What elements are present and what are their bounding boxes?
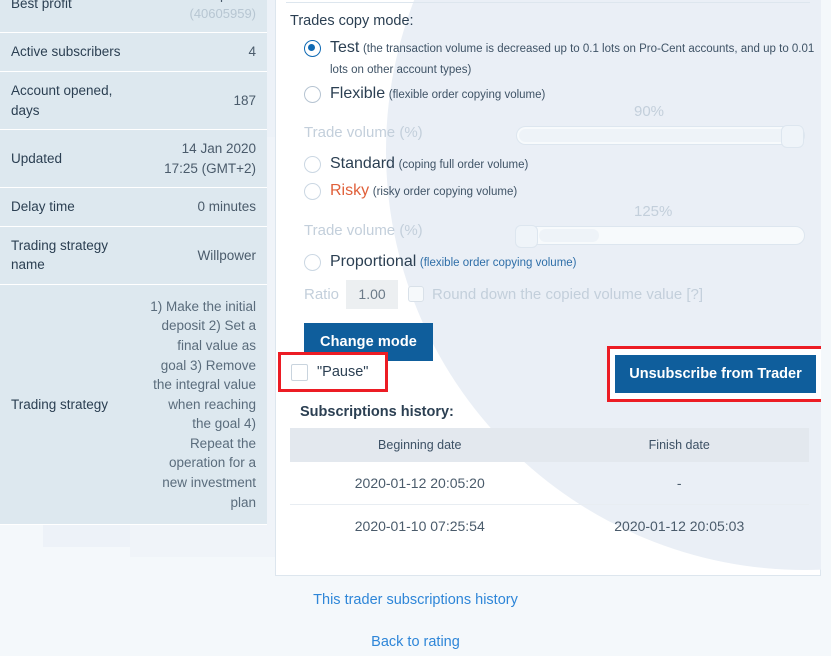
- stat-value-text: 14 Jan 2020: [182, 141, 256, 156]
- stat-value: 0.86 points (40605959): [139, 0, 267, 33]
- link-back-to-rating[interactable]: Back to rating: [0, 628, 831, 656]
- stat-label: Trading strategy name: [0, 226, 139, 284]
- table-row: Best profit 0.86 points (40605959): [0, 0, 267, 33]
- radio-label-flexible: Flexible: [330, 85, 385, 102]
- ratio-row: Ratio Round down the copied volume value…: [276, 276, 820, 309]
- radio-option-test[interactable]: Test (the transaction volume is decrease…: [276, 35, 820, 81]
- stat-label: Delay time: [0, 188, 139, 227]
- radio-desc-risky: (risky order copying volume): [373, 186, 517, 198]
- unsubscribe-from-trader-button[interactable]: Unsubscribe from Trader: [615, 355, 815, 393]
- radio-option-flexible[interactable]: Flexible (flexible order copying volume): [276, 81, 820, 108]
- subscription-settings-card: Trades copy mode: Test (the transaction …: [275, 0, 821, 576]
- link-trader-subscriptions-history[interactable]: This trader subscriptions history: [0, 586, 831, 614]
- strategy-description: 1) Make the initial deposit 2) Set a fin…: [139, 284, 267, 524]
- stat-label: Best profit: [0, 0, 139, 33]
- radio-desc-standard: (coping full order volume): [399, 159, 529, 171]
- pause-label: "Pause": [317, 364, 368, 380]
- table-row-strategy: Trading strategy 1) Make the initial dep…: [0, 284, 267, 524]
- card-top-divider: [286, 2, 810, 3]
- stat-label: Active subscribers: [0, 33, 139, 72]
- trade-volume-slider-1[interactable]: [516, 126, 805, 145]
- stat-value: 187: [139, 71, 267, 129]
- radio-option-standard[interactable]: Standard (coping full order volume): [276, 151, 820, 178]
- radio-icon-test[interactable]: [304, 40, 321, 57]
- trade-volume-value-1: 90%: [634, 103, 664, 120]
- table-row: Delay time 0 minutes: [0, 188, 267, 227]
- radio-label-test: Test: [330, 39, 359, 56]
- trader-stats-table: Best profit 0.86 points (40605959) Activ…: [0, 0, 267, 525]
- table-row: Account opened, days 187: [0, 71, 267, 129]
- stat-value: 4: [139, 33, 267, 72]
- radio-icon-flexible[interactable]: [304, 86, 321, 103]
- stat-value-time: 17:25 (GMT+2): [164, 161, 256, 176]
- radio-label-standard: Standard: [330, 155, 395, 172]
- stat-value: 14 Jan 2020 17:25 (GMT+2): [139, 130, 267, 188]
- cell-finish-date: 2020-01-12 20:05:03: [550, 505, 810, 548]
- stat-label: Updated: [0, 130, 139, 188]
- round-down-checkbox[interactable]: [408, 286, 424, 302]
- stat-value-note: (40605959): [150, 5, 256, 24]
- card-content: Trades copy mode: Test (the transaction …: [276, 0, 820, 361]
- round-down-label: Round down the copied volume value [?]: [432, 286, 703, 303]
- ratio-label: Ratio: [304, 286, 339, 303]
- slider-handle-1[interactable]: [781, 125, 804, 148]
- trade-volume-value-2: 125%: [634, 203, 672, 220]
- trade-volume-slider-2[interactable]: [516, 226, 805, 245]
- page-canvas: Best profit 0.86 points (40605959) Activ…: [0, 0, 831, 654]
- right-gutter: [821, 0, 831, 654]
- history-header-row: Beginning date Finish date: [290, 428, 809, 462]
- trade-volume-row-2: Trade volume (%) 125%: [276, 205, 820, 249]
- subscriptions-history-block: Subscriptions history: Beginning date Fi…: [276, 404, 822, 547]
- slider-track-fill-1: [519, 129, 787, 142]
- table-row: 2020-01-10 07:25:54 2020-01-12 20:05:03: [290, 505, 809, 548]
- radio-label-proportional: Proportional: [330, 253, 416, 270]
- table-row: 2020-01-12 20:05:20 -: [290, 462, 809, 505]
- copy-mode-heading: Trades copy mode:: [276, 0, 820, 35]
- history-heading: Subscriptions history:: [276, 404, 822, 428]
- radio-option-risky[interactable]: Risky (risky order copying volume): [276, 178, 820, 205]
- ratio-input[interactable]: [346, 280, 398, 309]
- trade-volume-label-2: Trade volume (%): [304, 222, 423, 239]
- stat-label: Trading strategy: [0, 284, 139, 524]
- radio-option-proportional[interactable]: Proportional (flexible order copying vol…: [276, 249, 820, 276]
- table-row: Updated 14 Jan 2020 17:25 (GMT+2): [0, 130, 267, 188]
- column-header-beginning-date: Beginning date: [290, 428, 550, 462]
- slider-track-fill-2: [539, 229, 599, 242]
- radio-desc-test: (the transaction volume is decreased up …: [330, 43, 814, 76]
- cell-finish-date: -: [550, 462, 810, 505]
- radio-icon-risky[interactable]: [304, 183, 321, 200]
- stat-value: Willpower: [139, 226, 267, 284]
- cell-beginning-date: 2020-01-12 20:05:20: [290, 462, 550, 505]
- cell-beginning-date: 2020-01-10 07:25:54: [290, 505, 550, 548]
- radio-label-risky: Risky: [330, 182, 369, 199]
- radio-icon-proportional[interactable]: [304, 254, 321, 271]
- table-row: Trading strategy name Willpower: [0, 226, 267, 284]
- unsubscribe-highlight-box: Unsubscribe from Trader: [607, 346, 824, 402]
- radio-desc-flexible: (flexible order copying volume): [389, 89, 546, 101]
- stat-value-text: 0.86 points: [190, 0, 256, 2]
- radio-icon-standard[interactable]: [304, 156, 321, 173]
- subscriptions-history-table: Beginning date Finish date 2020-01-12 20…: [290, 428, 809, 547]
- stat-label: Account opened, days: [0, 71, 139, 129]
- slider-handle-2[interactable]: [515, 225, 538, 248]
- radio-desc-proportional: (flexible order copying volume): [420, 257, 577, 269]
- footer-links: This trader subscriptions history Back t…: [0, 586, 831, 656]
- table-row: Active subscribers 4: [0, 33, 267, 72]
- trade-volume-label-1: Trade volume (%): [304, 124, 423, 141]
- pause-highlight-box: "Pause": [278, 352, 388, 392]
- stat-value: 0 minutes: [139, 188, 267, 227]
- column-header-finish-date: Finish date: [550, 428, 810, 462]
- pause-checkbox[interactable]: [291, 364, 308, 381]
- trade-volume-row-1: Trade volume (%) 90%: [276, 107, 820, 151]
